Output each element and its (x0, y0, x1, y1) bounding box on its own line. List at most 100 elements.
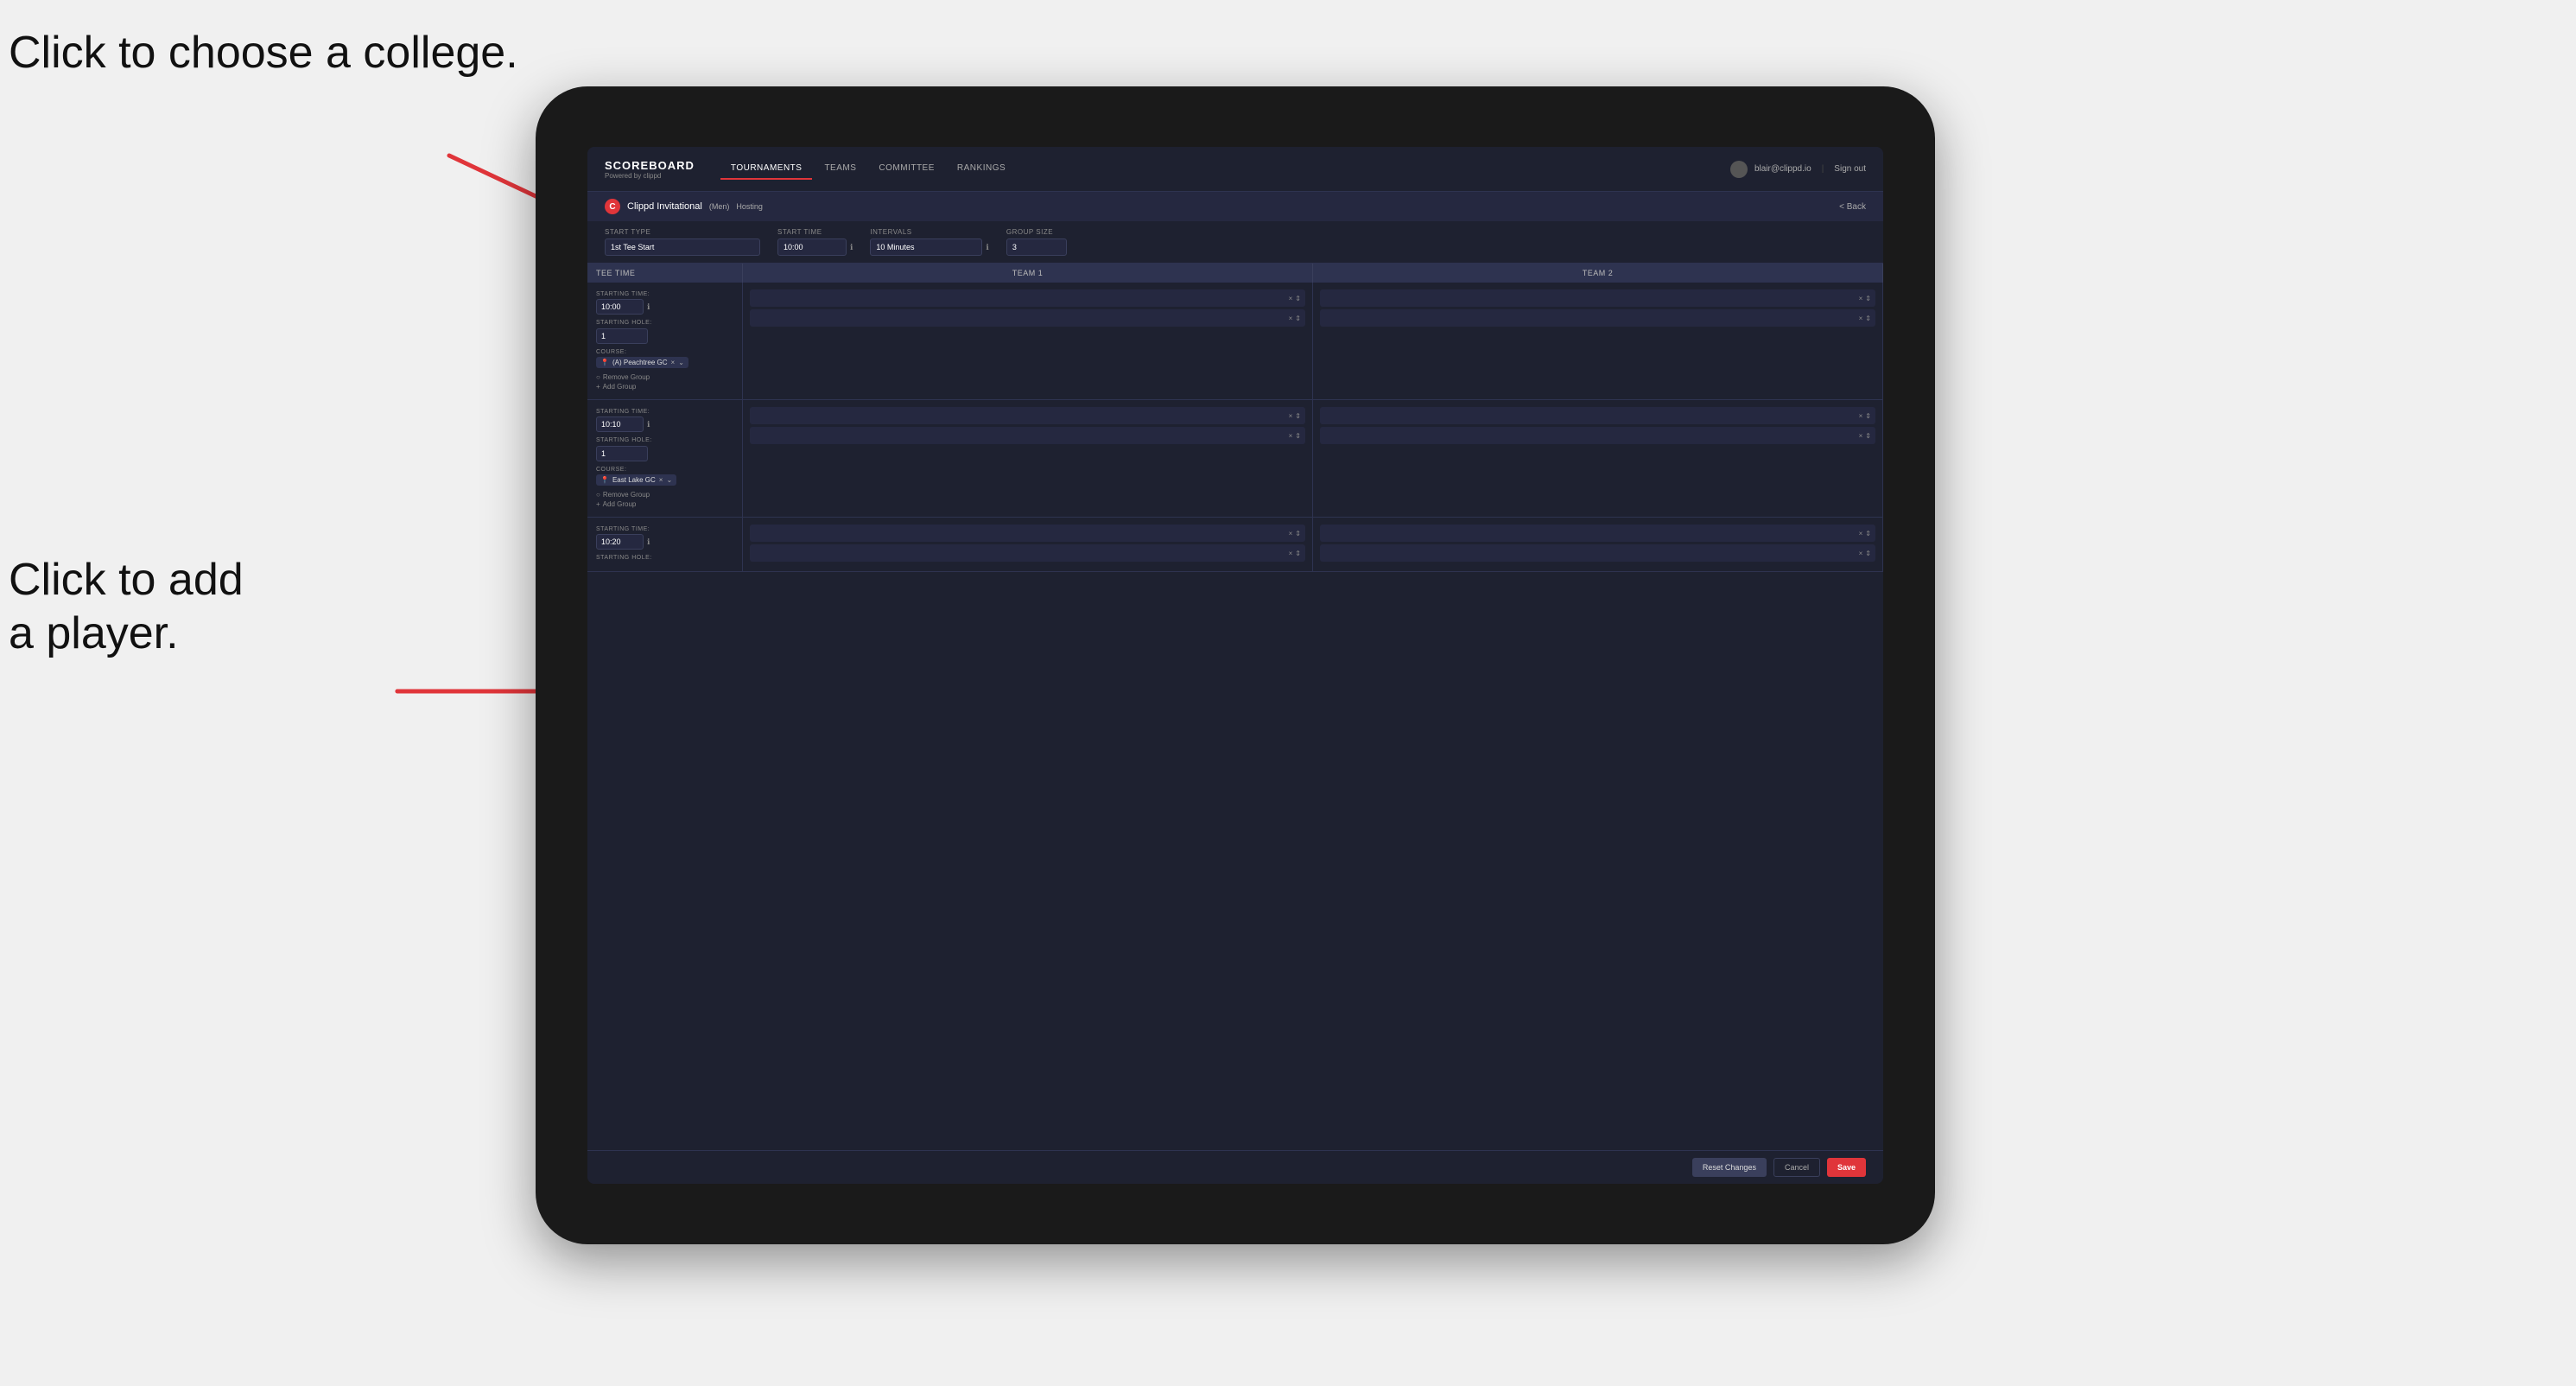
tee-left-3: STARTING TIME: ℹ STARTING HOLE: (587, 518, 743, 571)
player-slot[interactable]: × ⇕ (1320, 427, 1875, 444)
time-input-2[interactable] (596, 416, 644, 432)
slot-arrows[interactable]: ⇕ (1295, 412, 1301, 420)
tab-committee[interactable]: COMMITTEE (868, 158, 945, 180)
time-input-1[interactable] (596, 299, 644, 315)
slot-x[interactable]: × (1289, 315, 1293, 322)
time-input-row-2: ℹ (596, 416, 733, 432)
slot-x[interactable]: × (1859, 550, 1863, 557)
intervals-info-icon: ℹ (986, 243, 988, 252)
avatar (1730, 161, 1748, 178)
course-tag-1[interactable]: 📍 (A) Peachtree GC × ⌄ (596, 357, 688, 368)
slot-actions: × ⇕ (1289, 315, 1301, 322)
time-info-icon-1: ℹ (647, 302, 650, 312)
start-type-select[interactable]: 1st Tee Start (605, 238, 760, 256)
group-actions-1: ○ Remove Group + Add Group (596, 373, 733, 391)
slot-actions: × ⇕ (1859, 315, 1871, 322)
player-slot[interactable]: × ⇕ (1320, 289, 1875, 307)
slot-arrows[interactable]: ⇕ (1295, 550, 1301, 557)
slot-arrows[interactable]: ⇕ (1865, 432, 1871, 440)
slot-x[interactable]: × (1859, 315, 1863, 322)
course-remove-1[interactable]: × (671, 359, 676, 366)
slot-x[interactable]: × (1289, 432, 1293, 440)
slot-x[interactable]: × (1289, 412, 1293, 420)
remove-group-btn-1[interactable]: ○ Remove Group (596, 373, 733, 381)
slot-arrows[interactable]: ⇕ (1865, 295, 1871, 302)
add-group-label-1: Add Group (603, 383, 637, 391)
team2-col-1: × ⇕ × ⇕ (1313, 283, 1883, 399)
brand: SCOREBOARD Powered by clippd (605, 159, 695, 180)
slot-x[interactable]: × (1289, 550, 1293, 557)
remove-group-btn-2[interactable]: ○ Remove Group (596, 491, 733, 499)
slot-actions: × ⇕ (1289, 295, 1301, 302)
slot-x[interactable]: × (1859, 530, 1863, 537)
slot-actions: × ⇕ (1289, 432, 1301, 440)
course-chevron-1[interactable]: ⌄ (678, 359, 684, 366)
tab-tournaments[interactable]: TOURNAMENTS (720, 158, 813, 180)
add-group-btn-2[interactable]: + Add Group (596, 500, 733, 508)
player-slot[interactable]: × ⇕ (750, 309, 1305, 327)
player-slot[interactable]: × ⇕ (750, 407, 1305, 424)
slot-arrows[interactable]: ⇕ (1295, 432, 1301, 440)
slot-arrows[interactable]: ⇕ (1295, 530, 1301, 537)
slot-arrows[interactable]: ⇕ (1295, 295, 1301, 302)
slot-actions: × ⇕ (1859, 530, 1871, 537)
slot-x[interactable]: × (1859, 432, 1863, 440)
course-tag-2[interactable]: 📍 East Lake GC × ⌄ (596, 474, 676, 486)
course-name-1: (A) Peachtree GC (612, 359, 668, 366)
slot-actions: × ⇕ (1289, 412, 1301, 420)
starting-time-label-1: STARTING TIME: (596, 291, 733, 297)
slot-x[interactable]: × (1859, 295, 1863, 302)
intervals-select[interactable]: 10 Minutes (870, 238, 982, 256)
player-slot[interactable]: × ⇕ (1320, 309, 1875, 327)
group-size-select[interactable]: 3 (1006, 238, 1067, 256)
slot-arrows[interactable]: ⇕ (1865, 530, 1871, 537)
player-slot[interactable]: × ⇕ (750, 427, 1305, 444)
start-time-input[interactable] (777, 238, 847, 256)
save-button[interactable]: Save (1827, 1158, 1866, 1177)
th-team2: Team 2 (1313, 264, 1883, 283)
time-input-row-1: ℹ (596, 299, 733, 315)
player-slot[interactable]: × ⇕ (750, 544, 1305, 562)
intervals-label: Intervals (870, 228, 988, 236)
tee-row: STARTING TIME: ℹ STARTING HOLE: 1 COURSE… (587, 400, 1883, 518)
player-slot[interactable]: × ⇕ (1320, 407, 1875, 424)
main-content[interactable]: STARTING TIME: ℹ STARTING HOLE: 1 COURSE… (587, 283, 1883, 1150)
slot-arrows[interactable]: ⇕ (1295, 315, 1301, 322)
slot-x[interactable]: × (1289, 530, 1293, 537)
back-button[interactable]: < Back (1839, 202, 1866, 212)
team2-col-3: × ⇕ × ⇕ (1313, 518, 1883, 571)
tee-left-2: STARTING TIME: ℹ STARTING HOLE: 1 COURSE… (587, 400, 743, 517)
cancel-button[interactable]: Cancel (1773, 1158, 1820, 1177)
slot-arrows[interactable]: ⇕ (1865, 550, 1871, 557)
start-type-group: Start Type 1st Tee Start (605, 228, 760, 256)
hole-select-1[interactable]: 1 (596, 328, 648, 344)
player-slot[interactable]: × ⇕ (750, 525, 1305, 542)
course-chevron-2[interactable]: ⌄ (666, 476, 672, 484)
annotation-player: Click to adda player. (9, 553, 244, 661)
start-time-group: Start Time ℹ (777, 228, 853, 256)
slot-x[interactable]: × (1289, 295, 1293, 302)
remove-group-label-1: Remove Group (603, 373, 650, 381)
player-slot[interactable]: × ⇕ (1320, 544, 1875, 562)
course-remove-2[interactable]: × (659, 476, 663, 484)
table-header: Tee Time Team 1 Team 2 (587, 264, 1883, 283)
slot-x[interactable]: × (1859, 412, 1863, 420)
tee-left-1: STARTING TIME: ℹ STARTING HOLE: 1 COURSE… (587, 283, 743, 399)
time-input-3[interactable] (596, 534, 644, 550)
team1-col-1: × ⇕ × ⇕ (743, 283, 1313, 399)
player-slot[interactable]: × ⇕ (1320, 525, 1875, 542)
add-group-btn-1[interactable]: + Add Group (596, 383, 733, 391)
tab-teams[interactable]: TEAMS (814, 158, 866, 180)
tournament-gender: (Men) (709, 202, 730, 211)
sign-out-link[interactable]: Sign out (1834, 164, 1866, 174)
header-right: blair@clippd.io | Sign out (1730, 161, 1866, 178)
tab-rankings[interactable]: RANKINGS (947, 158, 1016, 180)
slot-arrows[interactable]: ⇕ (1865, 412, 1871, 420)
slot-arrows[interactable]: ⇕ (1865, 315, 1871, 322)
player-slot[interactable]: × ⇕ (750, 289, 1305, 307)
tournament-title: C Clippd Invitational (Men) Hosting (605, 199, 763, 214)
hole-select-2[interactable]: 1 (596, 446, 648, 461)
reset-button[interactable]: Reset Changes (1692, 1158, 1767, 1177)
add-icon-2: + (596, 500, 600, 508)
app-header: SCOREBOARD Powered by clippd TOURNAMENTS… (587, 147, 1883, 192)
